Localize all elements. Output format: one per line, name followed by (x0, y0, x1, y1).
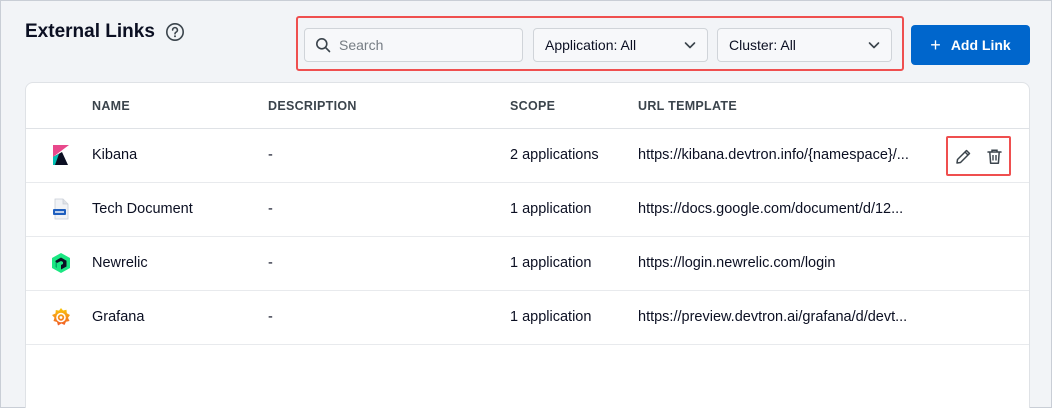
link-scope: 2 applications (510, 147, 599, 163)
search-input[interactable] (339, 37, 509, 53)
link-url-template: https://kibana.devtron.info/{namespace}/… (638, 147, 909, 163)
grafana-icon (50, 306, 72, 328)
page-title: External Links (25, 21, 155, 42)
link-scope: 1 application (510, 201, 592, 217)
link-name: Grafana (92, 309, 145, 325)
external-links-table: NAME DESCRIPTION SCOPE URL TEMPLATE Kiba… (25, 82, 1030, 408)
link-url-template: https://login.newrelic.com/login (638, 255, 836, 271)
search-box[interactable] (304, 28, 523, 62)
row-actions (946, 136, 1011, 176)
cluster-filter-label: Cluster: All (729, 37, 796, 53)
column-header-name: NAME (92, 99, 131, 113)
add-link-label: Add Link (950, 37, 1011, 53)
table-header: NAME DESCRIPTION SCOPE URL TEMPLATE (26, 83, 1029, 129)
link-scope: 1 application (510, 309, 592, 325)
link-description: - (268, 147, 273, 163)
help-icon[interactable] (165, 22, 185, 42)
link-url-template: https://preview.devtron.ai/grafana/d/dev… (638, 309, 908, 325)
link-name: Newrelic (92, 255, 148, 271)
table-row[interactable]: Grafana - 1 application https://preview.… (26, 291, 1029, 345)
chevron-down-icon (867, 38, 881, 52)
table-row[interactable]: Newrelic - 1 application https://login.n… (26, 237, 1029, 291)
link-name: Kibana (92, 147, 138, 163)
edit-icon[interactable] (955, 148, 972, 165)
chevron-down-icon (683, 38, 697, 52)
plus-icon: + (930, 35, 941, 55)
column-header-description: DESCRIPTION (268, 99, 357, 113)
search-icon (315, 37, 331, 53)
link-description: - (268, 309, 273, 325)
document-icon (50, 198, 72, 220)
link-url-template: https://docs.google.com/document/d/12... (638, 201, 904, 217)
kibana-icon (50, 144, 72, 166)
add-link-button[interactable]: + Add Link (911, 25, 1030, 65)
link-description: - (268, 255, 273, 271)
link-name: Tech Document (92, 201, 193, 217)
column-header-scope: SCOPE (510, 99, 556, 113)
page-title-container: External Links (25, 21, 185, 43)
cluster-filter-select[interactable]: Cluster: All (717, 28, 892, 62)
link-description: - (268, 201, 273, 217)
link-scope: 1 application (510, 255, 592, 271)
table-row[interactable]: Tech Document - 1 application https://do… (26, 183, 1029, 237)
column-header-url-template: URL TEMPLATE (638, 99, 737, 113)
newrelic-icon (50, 252, 72, 274)
application-filter-label: Application: All (545, 37, 637, 53)
application-filter-select[interactable]: Application: All (533, 28, 708, 62)
table-row[interactable]: Kibana - 2 applications https://kibana.d… (26, 129, 1029, 183)
delete-icon[interactable] (986, 148, 1003, 165)
